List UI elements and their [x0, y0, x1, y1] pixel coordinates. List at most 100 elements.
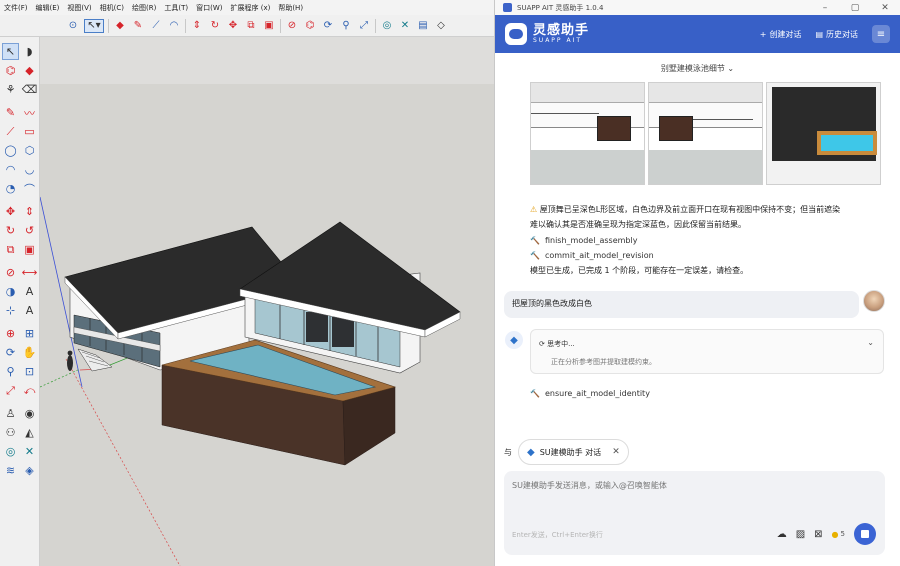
text-icon[interactable]: A: [21, 283, 38, 300]
model-viewport[interactable]: [40, 37, 494, 566]
message-input[interactable]: [512, 481, 812, 490]
toolbar-divider: [280, 18, 281, 33]
follow-me-icon[interactable]: ↺: [21, 222, 38, 239]
tool-call: 🔨 finish_model_assembly: [530, 236, 638, 245]
maximize-icon[interactable]: ▢: [840, 3, 870, 13]
move-icon[interactable]: ✥: [226, 19, 240, 33]
layers-icon[interactable]: ≋: [2, 462, 19, 479]
bot-avatar-icon: ◆: [505, 331, 523, 349]
menu-file[interactable]: 文件(F): [4, 3, 28, 13]
3d-text-icon[interactable]: A: [21, 302, 38, 319]
zoom-window-icon[interactable]: ⊡: [21, 363, 38, 380]
extension-icon[interactable]: ✕: [398, 19, 412, 33]
position-camera-icon[interactable]: ♙: [2, 405, 19, 422]
protractor-icon[interactable]: ◑: [2, 283, 19, 300]
line-icon[interactable]: ⟋: [2, 123, 19, 140]
menu-button[interactable]: ≡: [872, 25, 890, 43]
menu-tools[interactable]: 工具(T): [164, 3, 188, 13]
look-around-icon[interactable]: ◉: [21, 405, 38, 422]
orbit-icon[interactable]: ⟳: [2, 344, 19, 361]
ruby-icon[interactable]: ◇: [434, 19, 448, 33]
walk-icon[interactable]: ⚇: [2, 424, 19, 441]
rotate-icon[interactable]: ↻: [2, 222, 19, 239]
tag-icon[interactable]: ⚘: [2, 81, 19, 98]
orbit-icon[interactable]: ⟳: [321, 19, 335, 33]
menu-view[interactable]: 视图(V): [67, 3, 91, 13]
menu-edit[interactable]: 编辑(E): [36, 3, 60, 13]
line-tool-icon[interactable]: ⟋: [149, 19, 163, 33]
zoom-extents-icon[interactable]: ⤢: [2, 382, 19, 399]
pan-icon[interactable]: ✋: [21, 344, 38, 361]
offset-icon[interactable]: ▣: [21, 241, 38, 258]
reference-image-3[interactable]: [766, 82, 881, 185]
previous-icon[interactable]: ⤺: [21, 382, 38, 399]
chevron-down-icon[interactable]: ⌄: [867, 338, 874, 347]
menu-extensions[interactable]: 扩展程序 (x): [230, 3, 270, 13]
styles-icon[interactable]: ◈: [21, 462, 38, 479]
chat-area[interactable]: 别墅建模泳池细节 ⌄ ⚠ 屋顶舞已呈深色L形区域，白色边界及前立面开口在现有视图…: [495, 53, 900, 566]
minimize-icon[interactable]: –: [810, 3, 840, 13]
pie-icon[interactable]: ◔: [2, 180, 19, 197]
upload-cloud-icon[interactable]: ☁: [777, 529, 787, 540]
push-pull-icon[interactable]: ⇕: [190, 19, 204, 33]
tape-icon[interactable]: ⊘: [2, 264, 19, 281]
scale-icon[interactable]: ⧉: [244, 19, 258, 33]
history-button[interactable]: ▤ 历史对话: [815, 29, 858, 40]
axes-icon[interactable]: ⊹: [2, 302, 19, 319]
paint-icon[interactable]: ⌬: [2, 62, 19, 79]
erase-soft-icon[interactable]: ⌫: [21, 81, 38, 98]
image-icon[interactable]: ▨: [796, 529, 805, 540]
warehouse-icon[interactable]: ◎: [2, 443, 19, 460]
sandbox-icon[interactable]: ◭: [21, 424, 38, 441]
history-icon: ▤: [815, 29, 823, 39]
new-chat-button[interactable]: + 创建对话: [760, 29, 802, 40]
eraser-icon[interactable]: ◆: [21, 62, 38, 79]
offset-icon[interactable]: ▣: [262, 19, 276, 33]
close-icon[interactable]: ✕: [612, 447, 620, 457]
send-button[interactable]: [854, 523, 876, 545]
close-icon[interactable]: ✕: [870, 3, 900, 13]
arc-tool-icon[interactable]: ◠: [167, 19, 181, 33]
warehouse-icon[interactable]: ◎: [380, 19, 394, 33]
zoom-extents-icon[interactable]: ⤢: [357, 19, 371, 33]
menu-draw[interactable]: 绘图(R): [132, 3, 156, 13]
search-icon[interactable]: ⊙: [66, 19, 80, 33]
arc2-icon[interactable]: ◡: [21, 161, 38, 178]
eraser-icon[interactable]: ◆: [113, 19, 127, 33]
pencil-icon[interactable]: ✎: [131, 19, 145, 33]
move-icon[interactable]: ✥: [2, 203, 19, 220]
tape-measure-icon[interactable]: ⊘: [285, 19, 299, 33]
section-fill-icon[interactable]: ⊞: [21, 325, 38, 342]
zoom-icon[interactable]: ⚲: [339, 19, 353, 33]
scale-icon[interactable]: ⧉: [2, 241, 19, 258]
paint-bucket-icon[interactable]: ⌬: [303, 19, 317, 33]
section-plane-icon[interactable]: ⊕: [2, 325, 19, 342]
push-pull-icon[interactable]: ⇕: [21, 203, 38, 220]
rotate-icon[interactable]: ↻: [208, 19, 222, 33]
component-icon[interactable]: ◗: [21, 43, 38, 60]
select-icon[interactable]: ↖: [2, 43, 19, 60]
menu-camera[interactable]: 相机(C): [100, 3, 124, 13]
polygon-icon[interactable]: ⬡: [21, 142, 38, 159]
layout-icon[interactable]: ▤: [416, 19, 430, 33]
session-title[interactable]: 别墅建模泳池细节 ⌄: [495, 63, 900, 74]
reference-image-1[interactable]: [530, 82, 645, 185]
arc3-icon[interactable]: ⌒: [21, 180, 38, 197]
rectangle-icon[interactable]: ▭: [21, 123, 38, 140]
arc-icon[interactable]: ◠: [2, 161, 19, 178]
circle-icon[interactable]: ◯: [2, 142, 19, 159]
dimension-icon[interactable]: ⟷: [21, 264, 38, 281]
extension-warehouse-icon[interactable]: ✕: [21, 443, 38, 460]
reference-image-2[interactable]: [648, 82, 763, 185]
screenshot-icon[interactable]: ⊠: [814, 529, 822, 540]
thinking-panel[interactable]: ⟳ 思考中... 正在分析参考图并提取建模约束。 ⌄: [530, 329, 884, 374]
agent-chip[interactable]: ◆ SU建模助手 对话 ✕: [518, 439, 629, 465]
select-tool-icon[interactable]: ↖▾: [84, 18, 104, 33]
brand: 灵感助手 SUAPP AIT: [505, 23, 589, 45]
menu-help[interactable]: 帮助(H): [278, 3, 303, 13]
agent-chip-label: SU建模助手 对话: [539, 447, 602, 457]
freehand-icon[interactable]: 〰: [21, 104, 38, 121]
pencil-icon[interactable]: ✎: [2, 104, 19, 121]
menu-window[interactable]: 窗口(W): [196, 3, 222, 13]
zoom-icon[interactable]: ⚲: [2, 363, 19, 380]
